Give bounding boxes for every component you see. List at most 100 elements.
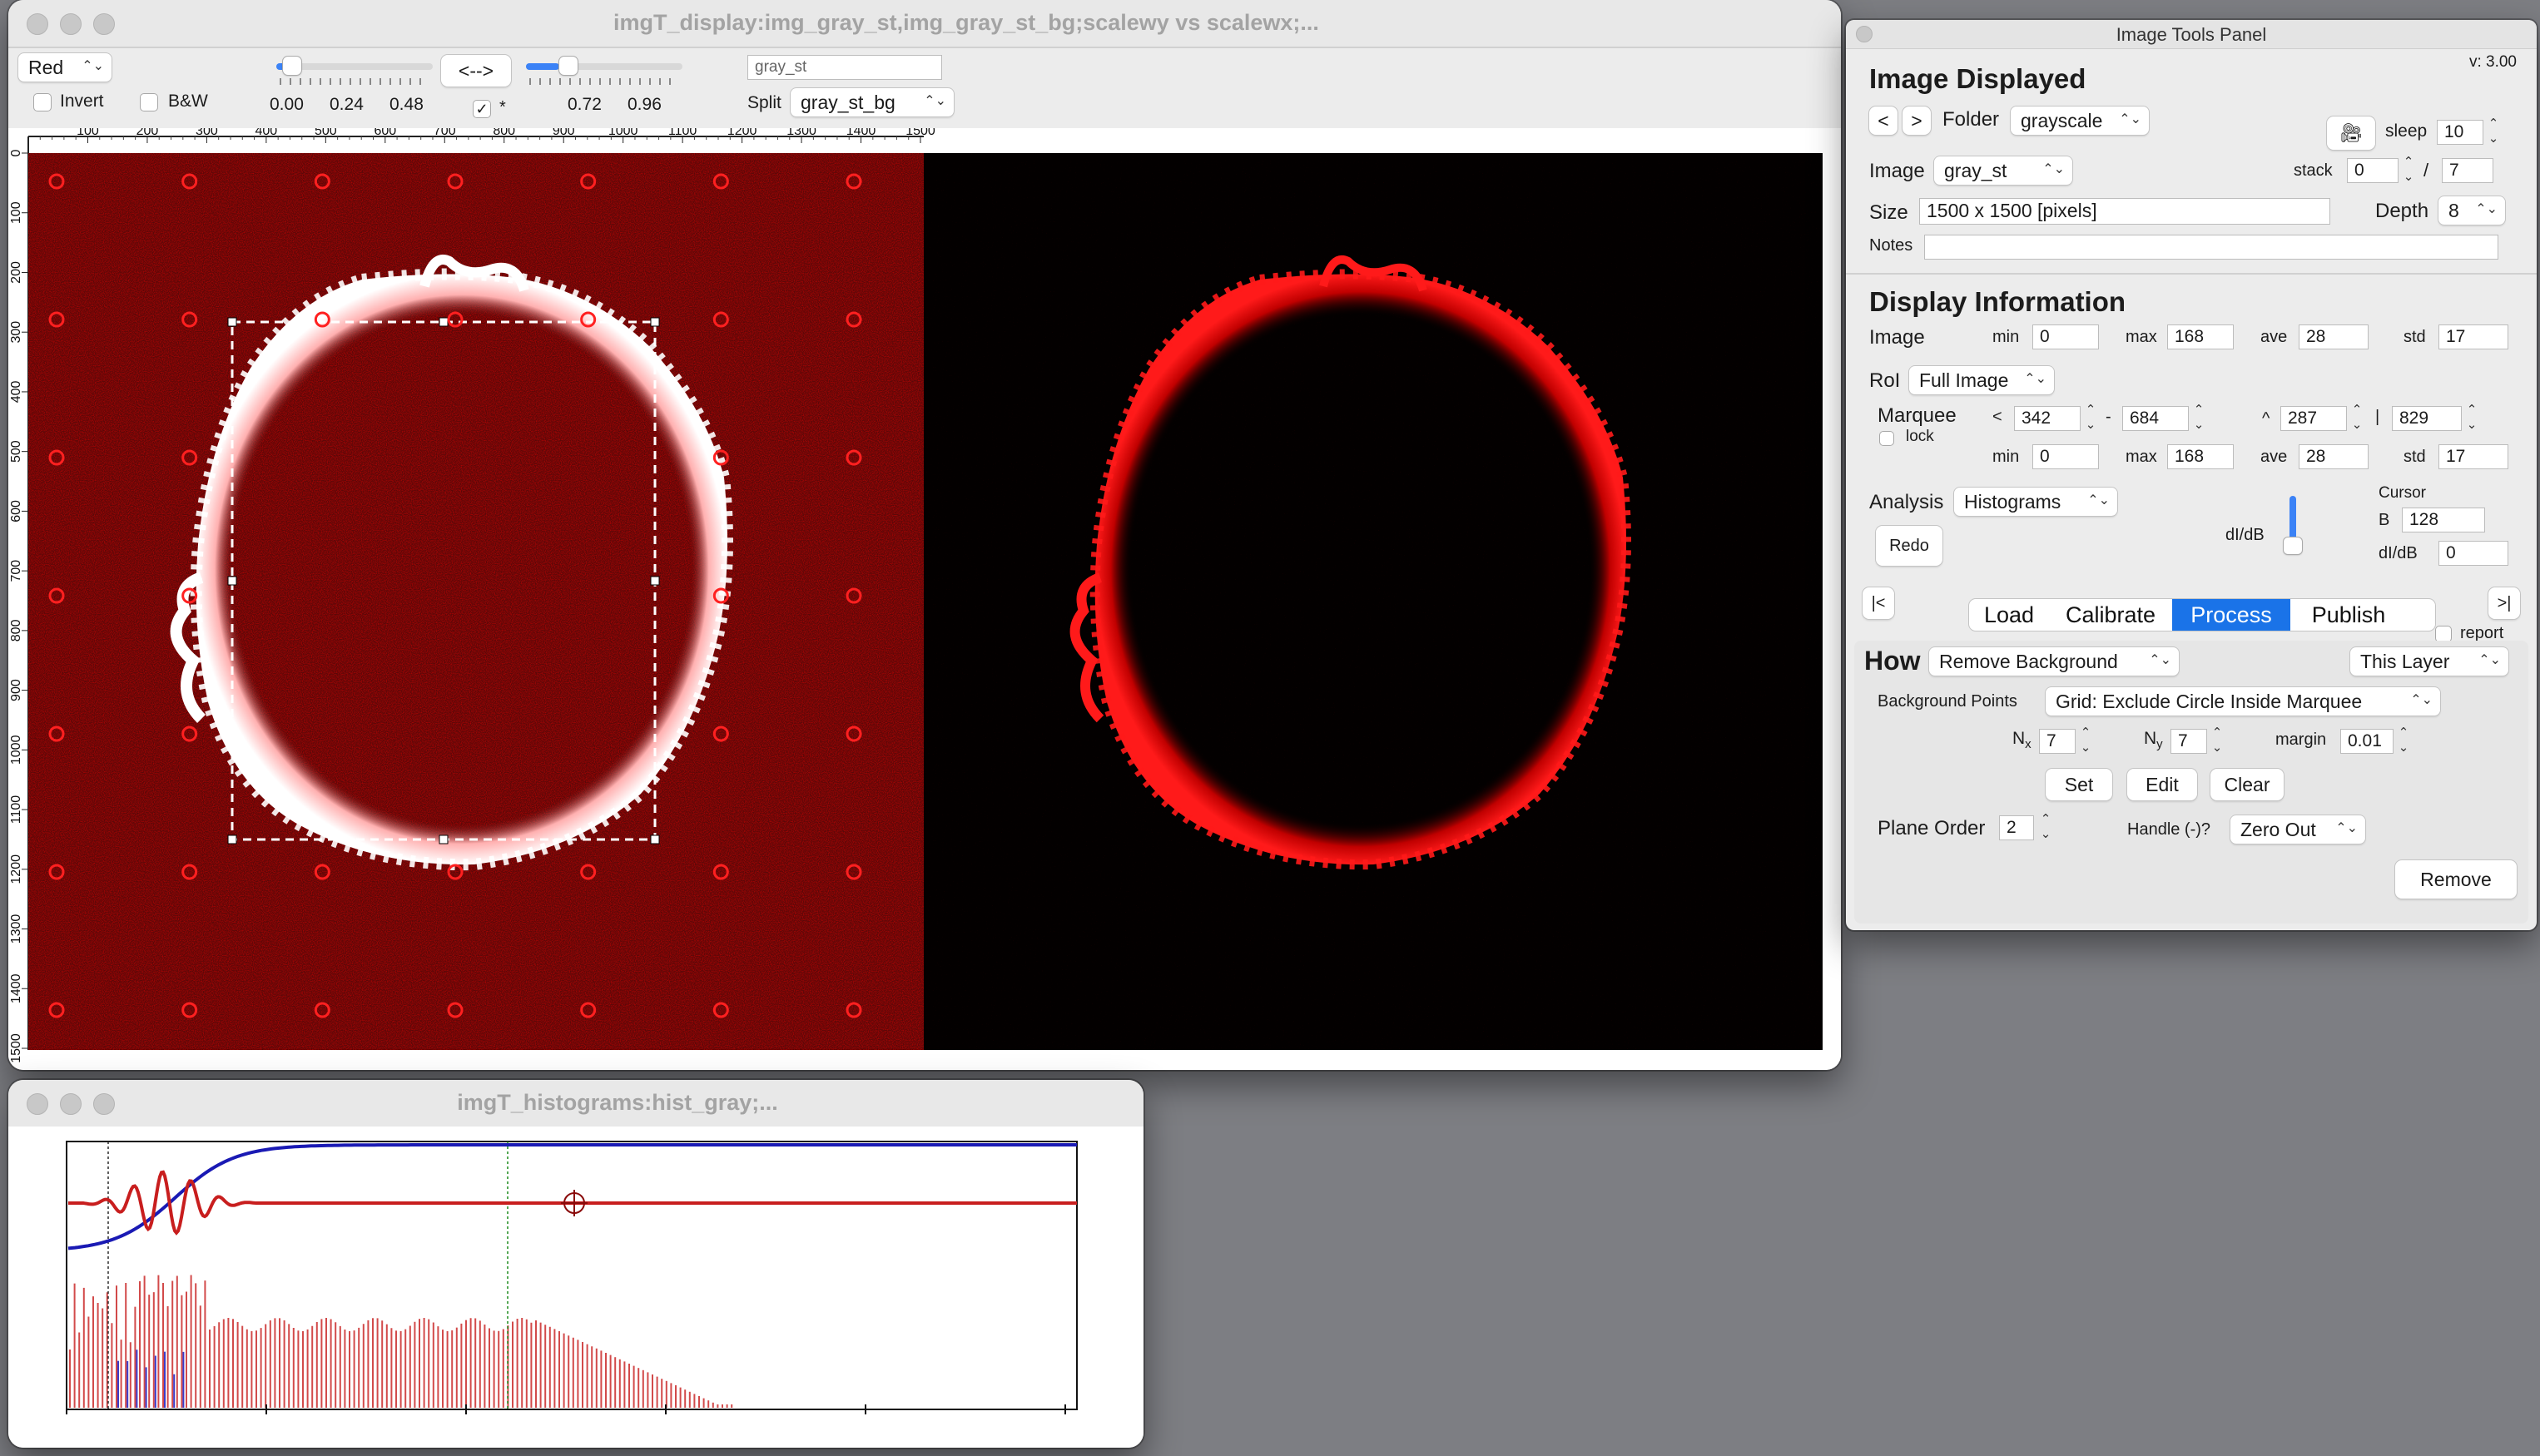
image-canvas[interactable]: 100 200 300 400 500 600 700 800 900 1000 1100 1200 1… xyxy=(8,128,1841,1070)
tab-calibrate[interactable]: Calibrate xyxy=(2049,599,2172,631)
marquee-handle[interactable] xyxy=(650,317,660,327)
marquee-caret: ^ xyxy=(2262,409,2270,428)
bg-points-select[interactable]: Grid: Exclude Circle Inside Marquee ⌃⌄ xyxy=(2046,687,2440,716)
stack-stepper[interactable]: ⌃ ⌄ xyxy=(2400,155,2417,188)
tab-publish[interactable]: Publish xyxy=(2290,599,2407,631)
y-tick-label: 1500 xyxy=(9,1033,23,1063)
ny-stepper[interactable]: ⌃ ⌄ xyxy=(2209,726,2225,759)
marquee-bottom-stepper[interactable]: ⌃ ⌄ xyxy=(2463,403,2480,436)
roi-select[interactable]: Full Image ⌃⌄ xyxy=(1909,366,2054,394)
nx-field[interactable]: 7 xyxy=(2039,729,2076,754)
image-std-field: 17 xyxy=(2438,324,2508,349)
color-table-select[interactable]: Red ⌃⌄ xyxy=(18,53,112,82)
marquee-handle[interactable] xyxy=(227,834,237,844)
stack-field[interactable]: 0 xyxy=(2347,158,2399,183)
didb-vertical-slider[interactable] xyxy=(2282,496,2304,556)
depth-select[interactable]: 8 ⌃⌄ xyxy=(2438,196,2505,225)
marquee-handle[interactable] xyxy=(439,317,449,327)
bw-checkbox[interactable] xyxy=(140,93,158,111)
roi-ave-label: ave xyxy=(2260,448,2288,466)
sleep-stepper[interactable]: ⌃ ⌄ xyxy=(2485,116,2502,150)
marquee-handle[interactable] xyxy=(650,834,660,844)
marquee-left-stepper[interactable]: ⌃ ⌄ xyxy=(2082,403,2099,436)
edit-button[interactable]: Edit xyxy=(2127,769,2197,800)
layer-name-field[interactable]: gray_st xyxy=(747,55,942,80)
notes-field[interactable] xyxy=(1924,235,2498,260)
image-min-label: min xyxy=(1992,328,2020,346)
max-level-slider[interactable] xyxy=(526,55,692,90)
slider-thumb[interactable] xyxy=(559,57,578,75)
redo-button[interactable]: Redo xyxy=(1876,526,1942,566)
analysis-select[interactable]: Histograms ⌃⌄ xyxy=(1954,488,2117,516)
x-tick-label: 1200 xyxy=(727,128,757,138)
how-select[interactable]: Remove Background ⌃⌄ xyxy=(1929,647,2179,676)
tools-titlebar[interactable]: Image Tools Panel xyxy=(1846,20,2537,49)
roi-ave-field: 28 xyxy=(2299,444,2369,469)
prev-image-button[interactable]: < xyxy=(1869,106,1898,135)
remove-button[interactable]: Remove xyxy=(2395,860,2517,899)
next-image-button[interactable]: > xyxy=(1903,106,1931,135)
invert-checkbox[interactable] xyxy=(33,93,52,111)
histogram-plot[interactable] xyxy=(8,1127,1143,1448)
marquee-handle[interactable] xyxy=(439,834,449,844)
handle-select[interactable]: Zero Out ⌃⌄ xyxy=(2230,815,2365,844)
histogram-titlebar[interactable]: imgT_histograms:hist_gray;... xyxy=(8,1080,1143,1128)
version-label: v: 3.00 xyxy=(2468,53,2517,71)
set-button[interactable]: Set xyxy=(2046,769,2112,800)
slider-thumb[interactable] xyxy=(283,57,301,75)
swap-button[interactable]: <--> xyxy=(441,55,511,87)
marquee-right-stepper[interactable]: ⌃ ⌄ xyxy=(2190,403,2207,436)
first-tab-button[interactable]: |< xyxy=(1863,587,1894,619)
zoom-window-icon[interactable] xyxy=(93,1093,115,1115)
y-tick-label: 700 xyxy=(9,560,23,582)
movie-button[interactable]: 🎥︎ xyxy=(2327,116,2375,150)
marquee-left-field[interactable]: 342 xyxy=(2014,406,2081,431)
tab-process[interactable]: Process xyxy=(2172,599,2290,631)
plane-order-field[interactable]: 2 xyxy=(1999,815,2034,840)
slider-thumb[interactable] xyxy=(2284,537,2302,554)
min-level-slider[interactable] xyxy=(276,55,443,90)
close-window-icon[interactable] xyxy=(27,1093,48,1115)
marquee-right-field[interactable]: 684 xyxy=(2122,406,2189,431)
marquee-lt-symbol: < xyxy=(1992,408,2002,426)
folder-select[interactable]: grayscale ⌃⌄ xyxy=(2011,106,2149,135)
invert-label: Invert xyxy=(60,92,104,111)
blob-left xyxy=(196,274,727,865)
link-checkbox[interactable]: ✓ xyxy=(473,100,491,118)
sleep-label: sleep xyxy=(2385,121,2428,141)
didb-label: dI/dB xyxy=(2225,526,2265,544)
stack-label: stack xyxy=(2294,161,2333,180)
nx-stepper[interactable]: ⌃ ⌄ xyxy=(2077,726,2094,759)
margin-stepper[interactable]: ⌃ ⌄ xyxy=(2395,726,2412,759)
image-select[interactable]: gray_st ⌃⌄ xyxy=(1934,156,2072,185)
layer-select[interactable]: This Layer ⌃⌄ xyxy=(2350,647,2508,676)
last-tab-button[interactable]: >| xyxy=(2488,587,2520,619)
marquee-handle[interactable] xyxy=(650,576,660,586)
zoom-window-icon[interactable] xyxy=(93,13,115,35)
chevron-updown-icon: ⌃⌄ xyxy=(2478,653,2501,667)
marquee-handle[interactable] xyxy=(227,576,237,586)
display-titlebar[interactable]: imgT_display:img_gray_st,img_gray_st_bg;… xyxy=(8,0,1841,48)
sleep-field[interactable]: 10 xyxy=(2437,120,2483,145)
margin-field[interactable]: 0.01 xyxy=(2340,729,2394,754)
minimize-window-icon[interactable] xyxy=(60,13,82,35)
marquee-handle[interactable] xyxy=(227,317,237,327)
lock-checkbox[interactable] xyxy=(1879,431,1894,446)
analysis-value: Histograms xyxy=(1964,491,2061,513)
display-window-title: imgT_display:img_gray_st,img_gray_st_bg;… xyxy=(613,10,1319,35)
y-tick-label: 0 xyxy=(9,149,23,156)
minimize-window-icon[interactable] xyxy=(60,1093,82,1115)
y-tick-label: 600 xyxy=(9,500,23,522)
report-checkbox[interactable] xyxy=(2435,626,2452,642)
slider1-tick-0: 0.00 xyxy=(270,95,304,114)
plane-order-stepper[interactable]: ⌃ ⌄ xyxy=(2037,812,2054,845)
split-select[interactable]: gray_st_bg ⌃⌄ xyxy=(791,88,954,116)
ny-field[interactable]: 7 xyxy=(2170,729,2207,754)
marquee-top-stepper[interactable]: ⌃ ⌄ xyxy=(2349,403,2365,436)
tab-load[interactable]: Load xyxy=(1969,599,2049,631)
marquee-top-field[interactable]: 287 xyxy=(2280,406,2347,431)
marquee-bottom-field[interactable]: 829 xyxy=(2392,406,2462,431)
clear-button[interactable]: Clear xyxy=(2210,769,2284,800)
close-window-icon[interactable] xyxy=(27,13,48,35)
tools-panel-window: Image Tools Panel v: 3.00 Image Displaye… xyxy=(1846,20,2537,930)
